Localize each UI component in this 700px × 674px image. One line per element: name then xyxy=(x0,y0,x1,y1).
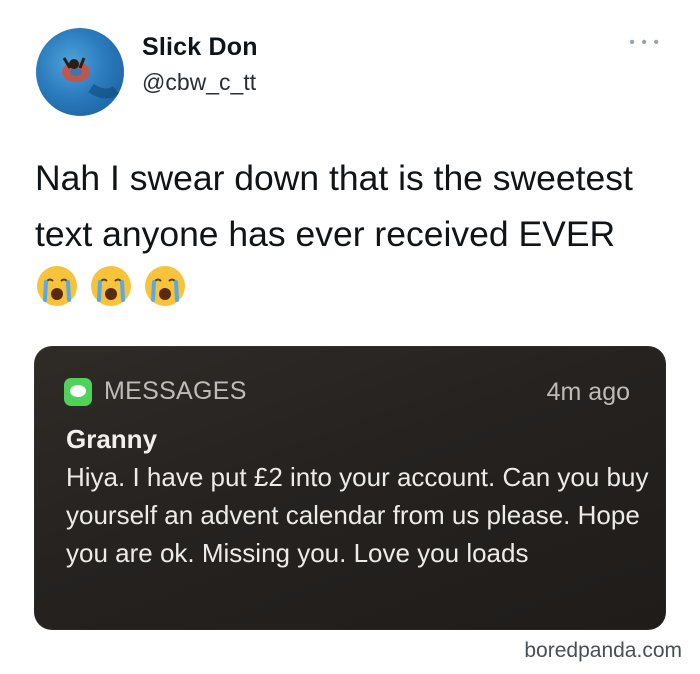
messages-icon xyxy=(64,378,92,406)
tweet-text: Nah I swear down that is the sweetest te… xyxy=(35,158,633,254)
emoji-row xyxy=(35,264,187,308)
display-name[interactable]: Slick Don xyxy=(142,33,258,62)
crying-face-emoji xyxy=(91,266,131,306)
watermark: boredpanda.com xyxy=(524,639,682,662)
ellipsis-icon[interactable]: • • • xyxy=(629,35,660,51)
notification-sender: Granny xyxy=(66,424,158,454)
crying-face-emoji xyxy=(145,266,185,306)
user-handle[interactable]: @cbw_c_tt xyxy=(142,69,256,96)
notification-time: 4m ago xyxy=(546,378,630,406)
notification-app-name: MESSAGES xyxy=(104,377,247,405)
avatar[interactable] xyxy=(36,28,124,116)
message-notification[interactable]: MESSAGES 4m ago Granny Hiya. I have put … xyxy=(34,346,666,630)
notification-message: Hiya. I have put £2 into your account. C… xyxy=(66,462,649,568)
crying-face-emoji xyxy=(37,266,77,306)
